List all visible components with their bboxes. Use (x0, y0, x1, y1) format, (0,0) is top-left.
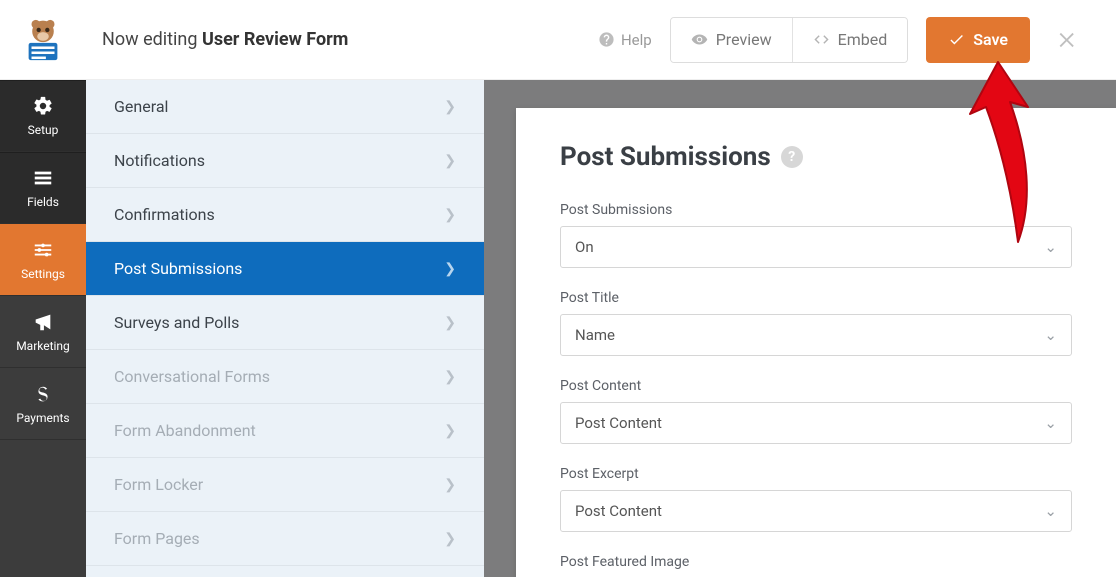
subnav-label: Form Pages (114, 529, 200, 548)
preview-label: Preview (716, 30, 772, 49)
rail-item-fields[interactable]: Fields (0, 152, 86, 224)
rail-item-marketing[interactable]: Marketing (0, 296, 86, 368)
chevron-down-icon: ⌄ (1044, 238, 1057, 256)
chevron-right-icon: ❯ (444, 315, 456, 331)
select-value: Post Content (575, 414, 662, 432)
select-value: On (575, 238, 594, 256)
sliders-icon (32, 239, 54, 261)
subnav-label: General (114, 97, 168, 116)
subnav-item-post-submissions[interactable]: Post Submissions ❯ (86, 242, 484, 296)
preview-button[interactable]: Preview (671, 18, 792, 62)
subnav-label: Form Abandonment (114, 421, 256, 440)
chevron-right-icon: ❯ (444, 531, 456, 547)
subnav-item-form-pages[interactable]: Form Pages ❯ (86, 512, 484, 566)
subnav-label: Notifications (114, 151, 205, 170)
main-layout: Setup Fields Settings Marketing Payments (0, 80, 1116, 577)
subnav-item-form-locker[interactable]: Form Locker ❯ (86, 458, 484, 512)
chevron-down-icon: ⌄ (1044, 326, 1057, 344)
subnav-item-confirmations[interactable]: Confirmations ❯ (86, 188, 484, 242)
rail-item-settings[interactable]: Settings (0, 224, 86, 296)
bullhorn-icon (32, 311, 54, 333)
info-icon[interactable]: ? (781, 146, 803, 168)
chevron-right-icon: ❯ (444, 207, 456, 223)
rail-label: Payments (16, 411, 69, 425)
close-button[interactable] (1040, 0, 1096, 80)
post-submissions-select[interactable]: On ⌄ (560, 226, 1072, 268)
page-title: Now editing User Review Form (102, 29, 348, 50)
dollar-icon (32, 383, 54, 405)
help-icon (598, 31, 615, 48)
help-link[interactable]: Help (598, 31, 652, 49)
rail-item-setup[interactable]: Setup (0, 80, 86, 152)
panel-title-row: Post Submissions ? (560, 142, 1072, 172)
app-logo (0, 0, 86, 80)
field-post-content: Post Content Post Content ⌄ (560, 378, 1072, 444)
check-icon (948, 31, 965, 48)
subnav-item-surveys[interactable]: Surveys and Polls ❯ (86, 296, 484, 350)
subnav-label: Confirmations (114, 205, 215, 224)
field-label: Post Title (560, 290, 1072, 306)
close-icon (1057, 29, 1079, 51)
help-label: Help (621, 31, 652, 49)
chevron-right-icon: ❯ (444, 369, 456, 385)
subnav-item-conversational[interactable]: Conversational Forms ❯ (86, 350, 484, 404)
code-icon (813, 31, 830, 48)
subnav-label: Surveys and Polls (114, 313, 239, 332)
select-value: Name (575, 326, 615, 344)
rail-label: Fields (27, 195, 59, 209)
field-post-excerpt: Post Excerpt Post Content ⌄ (560, 466, 1072, 532)
post-excerpt-select[interactable]: Post Content ⌄ (560, 490, 1072, 532)
subnav-item-notifications[interactable]: Notifications ❯ (86, 134, 484, 188)
rail-item-payments[interactable]: Payments (0, 368, 86, 440)
rail-label: Settings (21, 267, 65, 281)
save-label: Save (973, 30, 1008, 49)
action-button-group: Preview Embed (670, 17, 909, 63)
embed-button[interactable]: Embed (792, 18, 908, 62)
settings-subnav: General ❯ Notifications ❯ Confirmations … (86, 80, 484, 577)
settings-panel: Post Submissions ? Post Submissions On ⌄… (516, 108, 1116, 577)
rail-label: Setup (28, 123, 59, 137)
subnav-item-abandonment[interactable]: Form Abandonment ❯ (86, 404, 484, 458)
chevron-right-icon: ❯ (444, 261, 456, 277)
chevron-right-icon: ❯ (444, 99, 456, 115)
editing-prefix: Now editing (102, 29, 197, 50)
top-bar: Now editing User Review Form Help Previe… (0, 0, 1116, 80)
eye-icon (691, 31, 708, 48)
panel-title: Post Submissions (560, 142, 771, 172)
embed-label: Embed (838, 30, 888, 49)
sidebar-rail: Setup Fields Settings Marketing Payments (0, 80, 86, 577)
post-content-select[interactable]: Post Content ⌄ (560, 402, 1072, 444)
form-name: User Review Form (202, 29, 348, 50)
canvas: Post Submissions ? Post Submissions On ⌄… (484, 80, 1116, 577)
chevron-right-icon: ❯ (444, 153, 456, 169)
field-post-submissions: Post Submissions On ⌄ (560, 202, 1072, 268)
chevron-right-icon: ❯ (444, 477, 456, 493)
chevron-down-icon: ⌄ (1044, 502, 1057, 520)
save-button[interactable]: Save (926, 17, 1030, 63)
field-label: Post Submissions (560, 202, 1072, 218)
rail-filler (0, 440, 86, 577)
field-label-featured-image: Post Featured Image (560, 554, 1072, 570)
subnav-label: Form Locker (114, 475, 203, 494)
subnav-item-general[interactable]: General ❯ (86, 80, 484, 134)
post-title-select[interactable]: Name ⌄ (560, 314, 1072, 356)
gear-icon (32, 95, 54, 117)
list-icon (32, 167, 54, 189)
subnav-label: Conversational Forms (114, 367, 270, 386)
chevron-right-icon: ❯ (444, 423, 456, 439)
field-post-title: Post Title Name ⌄ (560, 290, 1072, 356)
subnav-label: Post Submissions (114, 259, 242, 278)
select-value: Post Content (575, 502, 662, 520)
rail-label: Marketing (16, 339, 70, 353)
chevron-down-icon: ⌄ (1044, 414, 1057, 432)
field-label: Post Content (560, 378, 1072, 394)
field-label: Post Excerpt (560, 466, 1072, 482)
